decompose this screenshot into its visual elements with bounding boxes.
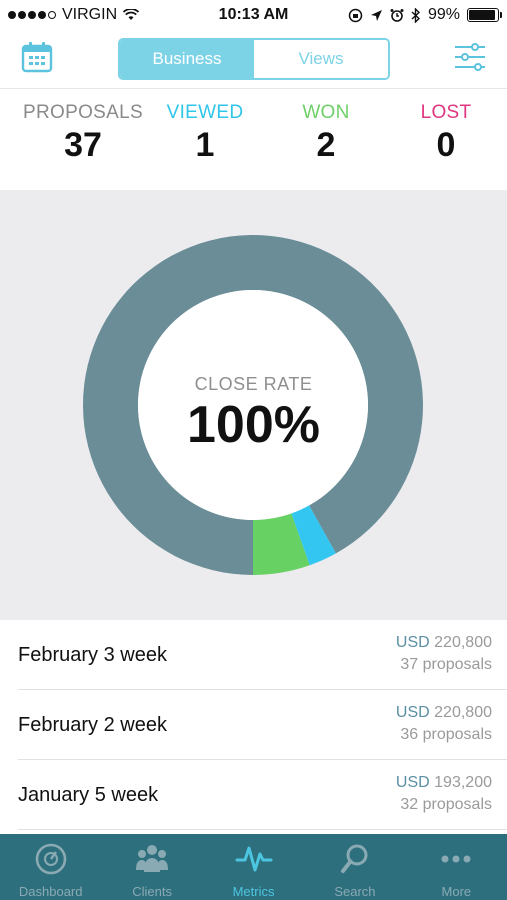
week-list: February 3 week USD 220,800 37 proposals…	[0, 620, 507, 834]
tab-search-label: Search	[334, 884, 376, 899]
screen-lock-icon	[348, 8, 363, 22]
close-rate-label: CLOSE RATE	[194, 374, 313, 394]
bluetooth-icon	[411, 7, 420, 23]
gauge-icon	[35, 843, 67, 875]
tab-clients-label: Clients	[132, 884, 172, 899]
week-amount-value: 220,800	[434, 704, 492, 721]
filter-button[interactable]	[453, 42, 487, 72]
tab-clients[interactable]: Clients	[101, 834, 202, 900]
sliders-icon	[455, 43, 485, 71]
tab-metrics[interactable]: Metrics	[203, 834, 304, 900]
battery-icon	[467, 8, 502, 22]
stat-lost-label: LOST	[420, 102, 472, 123]
location-arrow-icon	[370, 9, 382, 21]
tab-bar: Dashboard Clients Metrics Search More	[0, 834, 507, 900]
tab-dashboard-label: Dashboard	[18, 884, 83, 899]
stat-proposals-value: 37	[64, 126, 102, 164]
status-right: 99%	[348, 6, 502, 24]
battery-percent: 99%	[427, 6, 460, 23]
segment-views[interactable]: Views	[254, 40, 388, 78]
stat-viewed[interactable]: VIEWED 1	[160, 102, 250, 165]
week-amount-value: 220,800	[434, 634, 492, 651]
week-amount: USD 220,800	[396, 704, 492, 722]
week-amount: USD 220,800	[396, 634, 492, 652]
week-name: February 3 week	[18, 644, 167, 666]
week-currency: USD	[395, 634, 430, 651]
close-rate-value: 100%	[187, 396, 320, 454]
status-bar: VIRGIN 10:13 AM 99%	[0, 0, 507, 30]
segment-business[interactable]: Business	[120, 40, 254, 78]
week-amount: USD 193,200	[396, 774, 492, 792]
tab-more-label: More	[441, 884, 472, 899]
stat-viewed-label: VIEWED	[166, 102, 244, 123]
stat-lost-value: 0	[436, 126, 456, 164]
week-proposal-count: 36 proposals	[400, 726, 492, 743]
tab-metrics-label: Metrics	[232, 884, 275, 899]
week-proposal-count: 37 proposals	[400, 656, 492, 673]
tab-search[interactable]: Search	[304, 834, 405, 900]
week-row[interactable]: February 3 week USD 220,800 37 proposals	[0, 620, 507, 690]
stat-won[interactable]: WON 2	[286, 102, 366, 165]
tab-dashboard[interactable]: Dashboard	[0, 834, 101, 900]
stat-proposals-label: PROPOSALS	[23, 102, 143, 123]
week-currency: USD	[395, 704, 430, 721]
more-dots-icon	[441, 855, 471, 863]
search-icon	[340, 844, 368, 873]
close-rate-chart: CLOSE RATE 100%	[0, 190, 507, 620]
alarm-icon	[390, 9, 404, 22]
stat-viewed-value: 1	[195, 126, 215, 164]
week-name: January 5 week	[18, 784, 159, 806]
week-row[interactable]: January 5 week USD 193,200 32 proposals	[0, 760, 507, 830]
stat-won-value: 2	[316, 126, 336, 164]
week-row[interactable]: February 2 week USD 220,800 36 proposals	[0, 690, 507, 760]
stat-lost[interactable]: LOST 0	[406, 102, 486, 165]
tab-more[interactable]: More	[406, 834, 507, 900]
calendar-icon	[21, 42, 53, 73]
week-currency: USD	[395, 774, 430, 791]
calendar-button[interactable]	[20, 40, 54, 74]
week-proposal-count: 32 proposals	[400, 796, 492, 813]
stat-proposals[interactable]: PROPOSALS 37	[20, 102, 146, 165]
business-views-toggle: Business Views	[118, 38, 390, 80]
nav-header: Business Views	[0, 30, 507, 89]
pulse-icon	[235, 846, 273, 872]
clients-icon	[136, 845, 169, 872]
row-divider	[18, 829, 507, 830]
stat-won-label: WON	[302, 102, 350, 123]
week-amount-value: 193,200	[434, 774, 492, 791]
stats-summary: PROPOSALS 37 VIEWED 1 WON 2 LOST 0	[0, 90, 507, 190]
week-name: February 2 week	[18, 714, 167, 736]
